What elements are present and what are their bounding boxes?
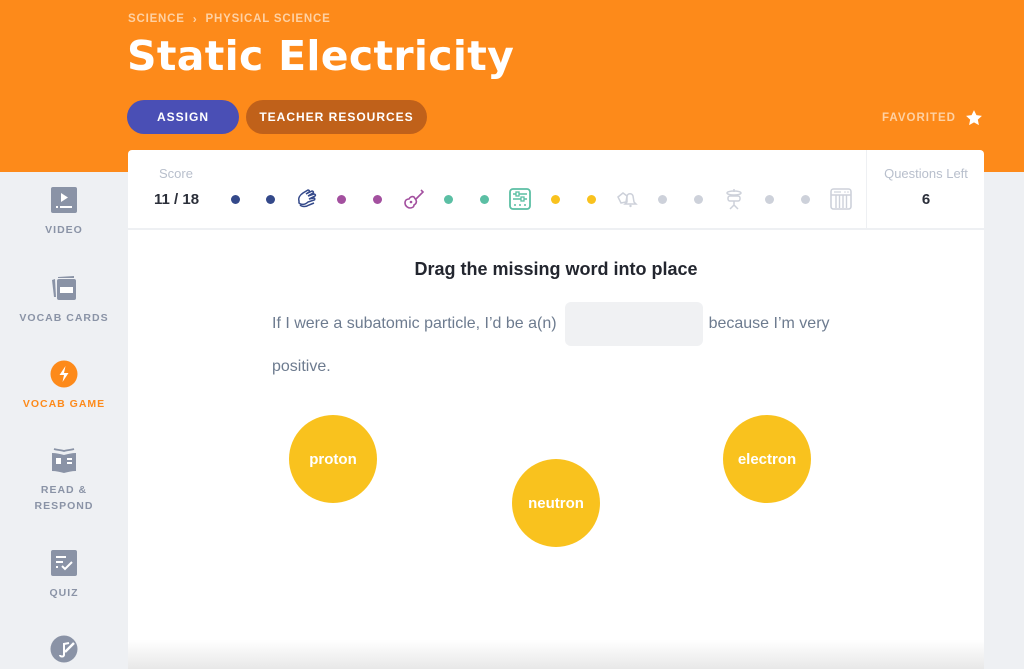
video-icon bbox=[51, 187, 77, 213]
progress-dot bbox=[470, 184, 500, 214]
progress-milestone bbox=[505, 184, 535, 214]
word-bubble-electron[interactable]: electron bbox=[723, 415, 811, 503]
favorited-label: FAVORITED bbox=[882, 112, 956, 124]
progress-dot-mark bbox=[693, 194, 703, 204]
score-bar: Score 11 / 18 Questions Left 6 bbox=[128, 150, 984, 230]
sidebar-label: READ & RESPOND bbox=[34, 484, 94, 512]
progress-dot bbox=[363, 184, 393, 214]
book-icon bbox=[52, 448, 76, 473]
header: SCIENCE › PHYSICAL SCIENCE Static Electr… bbox=[0, 0, 1024, 172]
lightning-icon bbox=[50, 360, 78, 388]
progress-dot bbox=[220, 184, 250, 214]
sidebar-item-music[interactable] bbox=[0, 635, 128, 663]
progress-dot bbox=[434, 184, 464, 214]
progress-milestone bbox=[291, 184, 321, 214]
progress-dot bbox=[648, 184, 678, 214]
progress-dot bbox=[256, 184, 286, 214]
progress-milestone bbox=[612, 184, 642, 214]
progress-dot-mark bbox=[337, 194, 347, 204]
sentence-before: If I were a subatomic particle, I’d be a… bbox=[272, 315, 557, 333]
bells-icon bbox=[617, 192, 638, 208]
progress-dot-mark bbox=[480, 194, 490, 204]
breadcrumb-separator: › bbox=[192, 12, 198, 26]
vocab-cards-icon bbox=[52, 276, 76, 300]
sidebar-label: VOCAB CARDS bbox=[19, 312, 109, 324]
progress-dot-mark bbox=[266, 194, 276, 204]
word-bubble-neutron[interactable]: neutron bbox=[512, 459, 600, 547]
assign-button[interactable]: ASSIGN bbox=[127, 100, 239, 134]
progress-milestone bbox=[398, 184, 428, 214]
progress-dot-mark bbox=[800, 194, 810, 204]
fill-in-sentence: If I were a subatomic particle, I’d be a… bbox=[272, 302, 852, 388]
clapping-hands-icon bbox=[298, 189, 317, 208]
progress-dot-mark bbox=[230, 194, 240, 204]
instruction-heading: Drag the missing word into place bbox=[414, 259, 698, 279]
progress-dot-mark bbox=[551, 194, 561, 204]
quiz-icon bbox=[51, 550, 77, 576]
progress-dot-mark bbox=[765, 194, 775, 204]
word-bubble-proton[interactable]: proton bbox=[289, 415, 377, 503]
questions-left-value: 6 bbox=[921, 191, 931, 208]
drum-icon bbox=[726, 189, 742, 210]
progress-dot-mark bbox=[586, 194, 596, 204]
sidebar: VIDEO VOCAB CARDS VOCAB GAME READ & RESP… bbox=[0, 172, 128, 669]
sidebar-item-quiz[interactable]: QUIZ bbox=[0, 549, 128, 601]
guitar-icon bbox=[404, 189, 425, 209]
keyboard-icon bbox=[830, 188, 852, 210]
music-note-icon bbox=[50, 635, 78, 663]
progress-dot bbox=[755, 184, 785, 214]
bottom-fade bbox=[128, 640, 984, 669]
progress-dot bbox=[541, 184, 571, 214]
mixer-icon bbox=[509, 188, 532, 210]
progress-dot-mark bbox=[658, 194, 668, 204]
drop-zone[interactable] bbox=[564, 302, 703, 346]
favorited-button[interactable]: FAVORITED bbox=[882, 108, 984, 128]
progress-track bbox=[220, 184, 856, 214]
breadcrumb: SCIENCE › PHYSICAL SCIENCE bbox=[128, 12, 331, 26]
progress-milestone bbox=[826, 184, 856, 214]
progress-dot bbox=[576, 184, 606, 214]
sidebar-item-read-respond[interactable]: READ & RESPOND bbox=[0, 446, 128, 514]
page-title: Static Electricity bbox=[127, 32, 515, 80]
game-card: Score 11 / 18 Questions Left 6 Drag the … bbox=[128, 150, 984, 669]
breadcrumb-physical-science[interactable]: PHYSICAL SCIENCE bbox=[206, 13, 331, 25]
score-value: 11 / 18 bbox=[154, 191, 200, 208]
questions-left: Questions Left 6 bbox=[866, 150, 984, 230]
progress-dot bbox=[683, 184, 713, 214]
sidebar-label: VOCAB GAME bbox=[22, 398, 106, 410]
star-icon bbox=[966, 110, 982, 126]
breadcrumb-science[interactable]: SCIENCE bbox=[128, 13, 185, 25]
questions-left-label: Questions Left bbox=[884, 166, 968, 181]
sidebar-item-vocab-game[interactable]: VOCAB GAME bbox=[0, 360, 128, 412]
teacher-resources-button[interactable]: TEACHER RESOURCES bbox=[246, 100, 427, 134]
progress-dot-mark bbox=[444, 194, 454, 204]
sidebar-item-vocab-cards[interactable]: VOCAB CARDS bbox=[0, 274, 128, 326]
score-label: Score bbox=[159, 166, 193, 181]
progress-dot bbox=[327, 184, 357, 214]
progress-dot-mark bbox=[373, 194, 383, 204]
progress-dot bbox=[790, 184, 820, 214]
sidebar-item-video[interactable]: VIDEO bbox=[0, 186, 128, 238]
progress-milestone bbox=[719, 184, 749, 214]
sidebar-label: VIDEO bbox=[45, 224, 83, 236]
sidebar-label: QUIZ bbox=[49, 587, 79, 599]
